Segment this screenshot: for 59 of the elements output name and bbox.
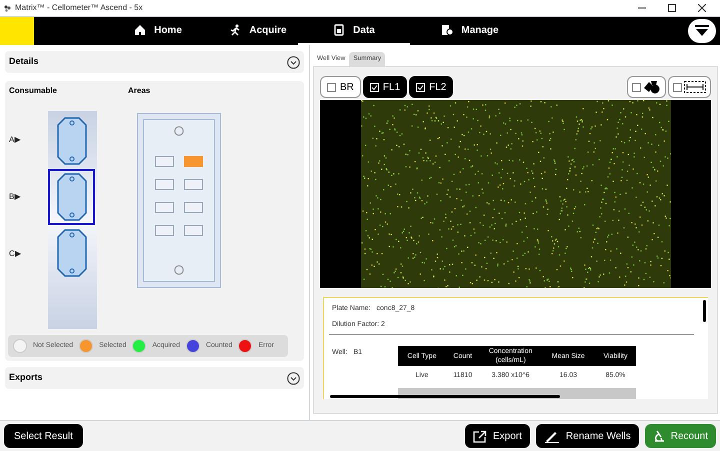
checkbox-icon	[370, 82, 379, 92]
funnel-icon	[695, 25, 709, 37]
close-icon[interactable]	[698, 4, 706, 12]
maximize-icon[interactable]	[668, 4, 676, 12]
nav-tab[interactable]: Manage	[410, 17, 530, 45]
well-chamber[interactable]	[48, 169, 95, 225]
scale-bar-icon	[684, 81, 706, 93]
shapes-icon	[643, 80, 661, 94]
recount-button[interactable]: Recount	[644, 424, 716, 448]
chamber-icon	[56, 117, 86, 165]
well-row-label[interactable]: C▶	[9, 248, 21, 260]
microscope-icon	[652, 430, 665, 442]
checkbox-icon	[327, 82, 336, 92]
channel-toggle[interactable]: FL2	[409, 76, 454, 98]
chevron-icon	[287, 56, 300, 68]
checkbox-icon	[416, 82, 426, 92]
channel-toggle[interactable]: FL1	[362, 76, 408, 98]
area-cell[interactable]	[184, 156, 203, 167]
select-result-button[interactable]: Select Result	[4, 424, 83, 448]
section-label: Areas	[128, 85, 150, 97]
window-title: Matrix™ - Cellometer™ Ascend - 5x	[15, 2, 143, 14]
home-icon	[134, 24, 146, 36]
exports-header[interactable]: Exports	[5, 367, 304, 389]
rename-wells-button[interactable]: Rename Wells	[536, 424, 639, 448]
channel-toggle[interactable]: BR	[320, 76, 361, 98]
chamber-icon	[56, 173, 86, 221]
overlay-toggle[interactable]	[627, 76, 666, 98]
checkbox-icon	[673, 82, 682, 92]
area-cell[interactable]	[155, 179, 174, 190]
area-cell[interactable]	[155, 156, 174, 167]
chevron-icon	[287, 372, 300, 384]
hole-icon	[174, 126, 184, 136]
section-label: Consumable	[9, 85, 58, 97]
filter-button[interactable]	[688, 19, 716, 43]
nav-tab[interactable]: Acquire	[218, 17, 298, 45]
logo-block	[0, 17, 34, 45]
export-button[interactable]: Export	[465, 424, 530, 448]
chamber-icon	[56, 229, 86, 277]
area-cell[interactable]	[155, 202, 174, 213]
area-cell[interactable]	[155, 225, 174, 236]
hole-icon	[174, 265, 184, 275]
area-cell[interactable]	[184, 202, 203, 213]
checkbox-icon	[632, 82, 641, 92]
app-icon	[4, 4, 11, 12]
runner-icon	[229, 24, 242, 36]
well-row-label[interactable]: A▶	[9, 134, 20, 146]
nav-tab[interactable]: Data	[298, 17, 410, 45]
document-icon	[441, 24, 454, 36]
area-cell[interactable]	[184, 179, 203, 190]
overlay-toggle[interactable]	[668, 76, 711, 98]
scrollbar-thumb[interactable]	[703, 300, 706, 322]
well-row-label[interactable]: B▶	[9, 191, 20, 203]
pencil-icon	[544, 430, 560, 442]
export-icon	[473, 430, 487, 442]
nav-tab[interactable]: Home	[98, 17, 218, 45]
details-header[interactable]: Details	[5, 51, 304, 73]
scrollbar-thumb[interactable]	[330, 395, 560, 398]
area-cell[interactable]	[184, 225, 203, 236]
clipboard-icon	[333, 24, 346, 36]
